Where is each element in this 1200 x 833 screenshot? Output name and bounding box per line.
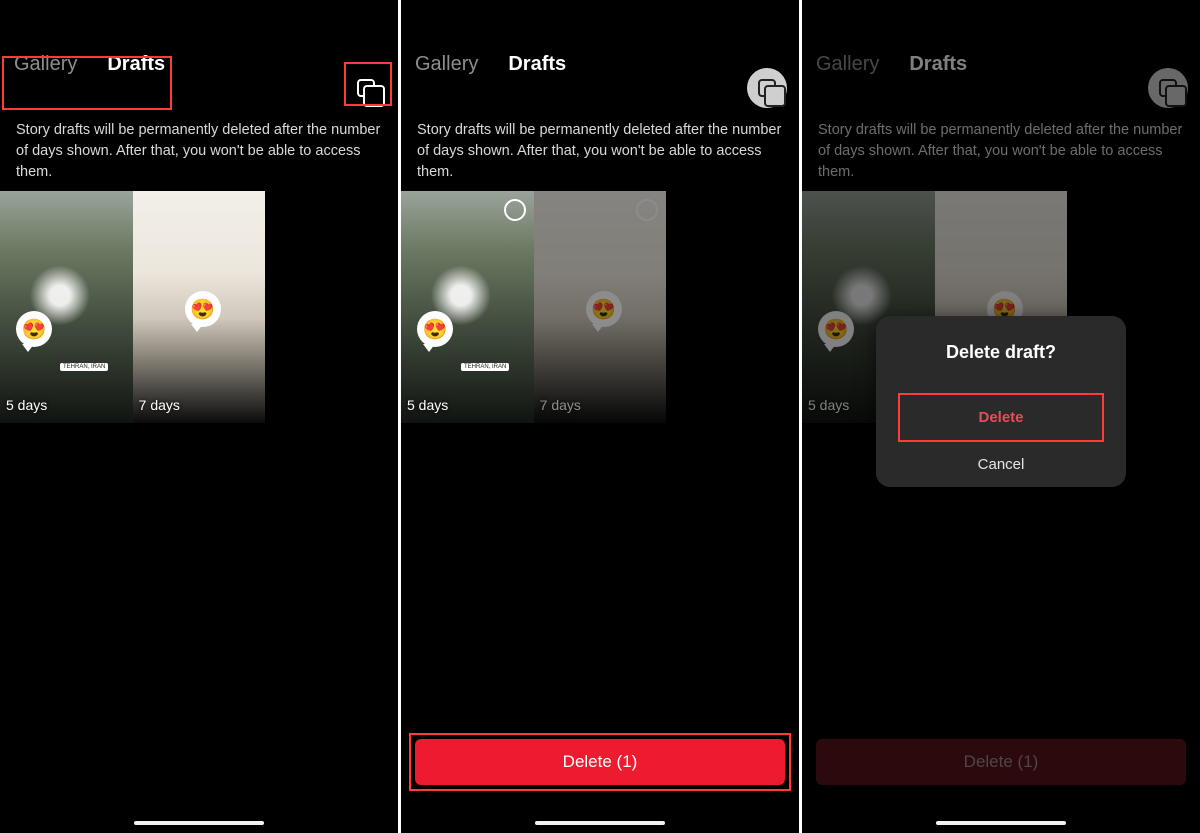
drafts-grid: 😍 TEHRAN, IRAN 5 days 😍 7 days xyxy=(0,191,398,423)
info-text: Story drafts will be permanently deleted… xyxy=(0,110,398,191)
heart-eyes-emoji-icon: 😍 xyxy=(586,291,622,327)
tab-bar: Gallery Drafts xyxy=(0,0,398,110)
draft-thumbnail[interactable]: 😍 TEHRAN, IRAN 5 days xyxy=(401,191,534,423)
draft-thumbnail[interactable]: 😍 7 days xyxy=(133,191,266,423)
delete-button[interactable]: Delete (1) xyxy=(415,739,785,785)
draft-expiry-label: 7 days xyxy=(540,397,581,413)
tab-bar: Gallery Drafts xyxy=(401,0,799,110)
delete-button[interactable]: Delete (1) xyxy=(816,739,1186,785)
modal-delete-button[interactable]: Delete xyxy=(900,395,1102,440)
annotation-highlight: Delete xyxy=(898,393,1104,442)
multi-select-icon xyxy=(357,79,375,97)
tab-bar: Gallery Drafts xyxy=(802,0,1200,110)
info-text: Story drafts will be permanently deleted… xyxy=(802,110,1200,191)
phone-panel-3: Gallery Drafts Story drafts will be perm… xyxy=(802,0,1200,833)
draft-expiry-label: 5 days xyxy=(808,397,849,413)
modal-cancel-button[interactable]: Cancel xyxy=(876,442,1126,487)
tab-gallery[interactable]: Gallery xyxy=(14,53,77,76)
home-indicator xyxy=(936,821,1066,825)
draft-expiry-label: 7 days xyxy=(139,397,180,413)
heart-eyes-emoji-icon: 😍 xyxy=(818,311,854,347)
heart-eyes-emoji-icon: 😍 xyxy=(185,291,221,327)
location-tag: TEHRAN, IRAN xyxy=(461,363,509,371)
info-text: Story drafts will be permanently deleted… xyxy=(401,110,799,191)
draft-thumbnail[interactable]: 😍 7 days xyxy=(534,191,667,423)
location-tag: TEHRAN, IRAN xyxy=(60,363,108,371)
tab-drafts[interactable]: Drafts xyxy=(107,53,165,76)
heart-eyes-emoji-icon: 😍 xyxy=(16,311,52,347)
phone-panel-2: Gallery Drafts Story drafts will be perm… xyxy=(401,0,799,833)
tab-drafts[interactable]: Drafts xyxy=(909,53,967,76)
confirm-delete-modal: Delete draft? Delete Cancel xyxy=(876,316,1126,487)
drafts-grid: 😍 TEHRAN, IRAN 5 days 😍 7 days xyxy=(401,191,799,423)
draft-expiry-label: 5 days xyxy=(407,397,448,413)
modal-title: Delete draft? xyxy=(876,316,1126,393)
multi-select-icon xyxy=(1159,79,1177,97)
draft-expiry-label: 5 days xyxy=(6,397,47,413)
home-indicator xyxy=(134,821,264,825)
phone-panel-1: Gallery Drafts Story drafts will be perm… xyxy=(0,0,398,833)
tab-drafts[interactable]: Drafts xyxy=(508,53,566,76)
heart-eyes-emoji-icon: 😍 xyxy=(417,311,453,347)
home-indicator xyxy=(535,821,665,825)
selection-radio[interactable] xyxy=(636,199,658,221)
tab-gallery[interactable]: Gallery xyxy=(415,53,478,76)
multi-select-button[interactable] xyxy=(346,68,386,108)
multi-select-icon xyxy=(758,79,776,97)
draft-thumbnail[interactable]: 😍 TEHRAN, IRAN 5 days xyxy=(0,191,133,423)
multi-select-button[interactable] xyxy=(1148,68,1188,108)
tab-gallery[interactable]: Gallery xyxy=(816,53,879,76)
selection-radio[interactable] xyxy=(504,199,526,221)
multi-select-button[interactable] xyxy=(747,68,787,108)
